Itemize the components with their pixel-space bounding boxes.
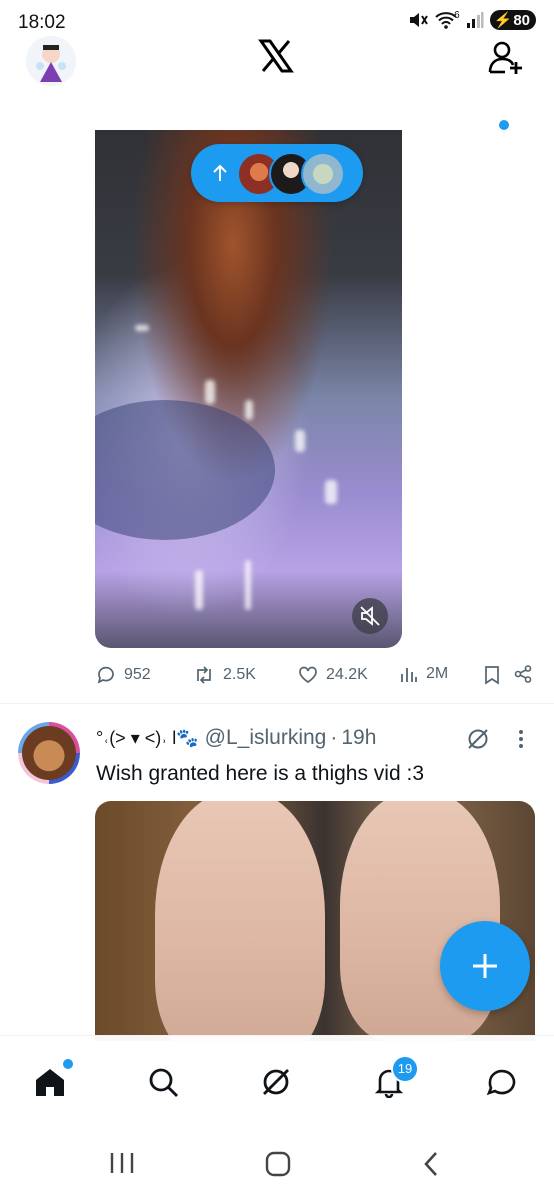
notifications-badge: 19 xyxy=(391,1055,419,1083)
bookmark-icon xyxy=(485,666,499,685)
status-bar: 18:02 6 ⚡ 80 xyxy=(0,0,554,40)
home-system-icon[interactable] xyxy=(264,1150,292,1178)
views-count: 2M xyxy=(426,665,449,682)
post-text: Wish granted here is a thighs vid :3 xyxy=(96,762,425,785)
repost-count: 2.5K xyxy=(223,666,256,683)
bottom-navigation xyxy=(0,1035,554,1124)
search-icon xyxy=(149,1068,178,1097)
grok-nav-icon xyxy=(263,1069,289,1095)
signal-icon xyxy=(466,12,484,28)
avatar-illustration xyxy=(26,36,76,86)
reply-count: 952 xyxy=(124,666,151,683)
speaker-muted-icon xyxy=(360,606,380,626)
bookmark-action[interactable] xyxy=(484,665,500,685)
back-icon[interactable] xyxy=(420,1150,442,1178)
chat-icon xyxy=(486,1069,516,1096)
post-divider xyxy=(0,703,554,704)
media-content xyxy=(155,801,325,1041)
share-icon xyxy=(514,665,532,683)
home-new-dot xyxy=(61,1057,75,1071)
nav-messages[interactable] xyxy=(482,1062,522,1102)
post-time[interactable]: 19h xyxy=(341,726,376,750)
post-action-bar: 952 2.5K 24.2K 2M xyxy=(0,655,554,699)
profile-avatar[interactable] xyxy=(26,36,76,86)
new-posts-pill[interactable] xyxy=(191,144,363,202)
post-header: °˓(˃ ▾ ˂)˒ l🐾 @L_islurking · 19h xyxy=(96,726,376,750)
mute-status-icon xyxy=(410,13,428,27)
views-action[interactable]: 2M xyxy=(400,665,448,683)
more-options-icon[interactable] xyxy=(516,728,526,750)
battery-level: 80 xyxy=(513,11,530,29)
reply-icon xyxy=(97,666,114,684)
post-author-avatar[interactable] xyxy=(18,722,80,784)
recent-apps-icon[interactable] xyxy=(108,1150,136,1176)
status-icons: 6 ⚡ 80 xyxy=(408,10,536,30)
views-icon xyxy=(401,668,417,682)
x-logo-icon[interactable] xyxy=(258,38,294,74)
home-icon xyxy=(36,1069,64,1096)
system-navigation xyxy=(0,1124,554,1200)
nav-search[interactable] xyxy=(143,1062,183,1102)
add-person-icon[interactable] xyxy=(486,40,526,76)
mute-button[interactable] xyxy=(352,598,388,634)
pill-avatar-3 xyxy=(301,152,345,196)
avatar-image xyxy=(22,726,76,780)
status-time: 18:02 xyxy=(18,12,66,33)
network-label: 6 xyxy=(454,9,460,21)
repost-icon xyxy=(197,666,211,684)
nav-grok[interactable] xyxy=(256,1062,296,1102)
battery-indicator: ⚡ 80 xyxy=(489,10,536,30)
battery-charging-icon: ⚡ xyxy=(493,12,513,29)
share-action[interactable] xyxy=(514,665,532,683)
header-separator: · xyxy=(330,726,338,749)
plus-icon xyxy=(473,954,497,978)
heart-icon xyxy=(299,666,317,684)
grok-icon[interactable] xyxy=(466,727,490,751)
repost-action[interactable]: 2.5K xyxy=(193,665,256,685)
author-handle[interactable]: @L_islurking xyxy=(205,726,327,750)
like-count: 24.2K xyxy=(326,666,368,683)
author-display-name[interactable]: °˓(˃ ▾ ˂)˒ l🐾 xyxy=(96,728,199,749)
like-action[interactable]: 24.2K xyxy=(298,665,368,685)
new-content-dot xyxy=(499,120,509,130)
compose-button[interactable] xyxy=(440,921,530,1011)
post-video[interactable] xyxy=(95,130,402,648)
arrow-up-icon xyxy=(213,164,227,181)
reply-action[interactable]: 952 xyxy=(96,665,151,685)
